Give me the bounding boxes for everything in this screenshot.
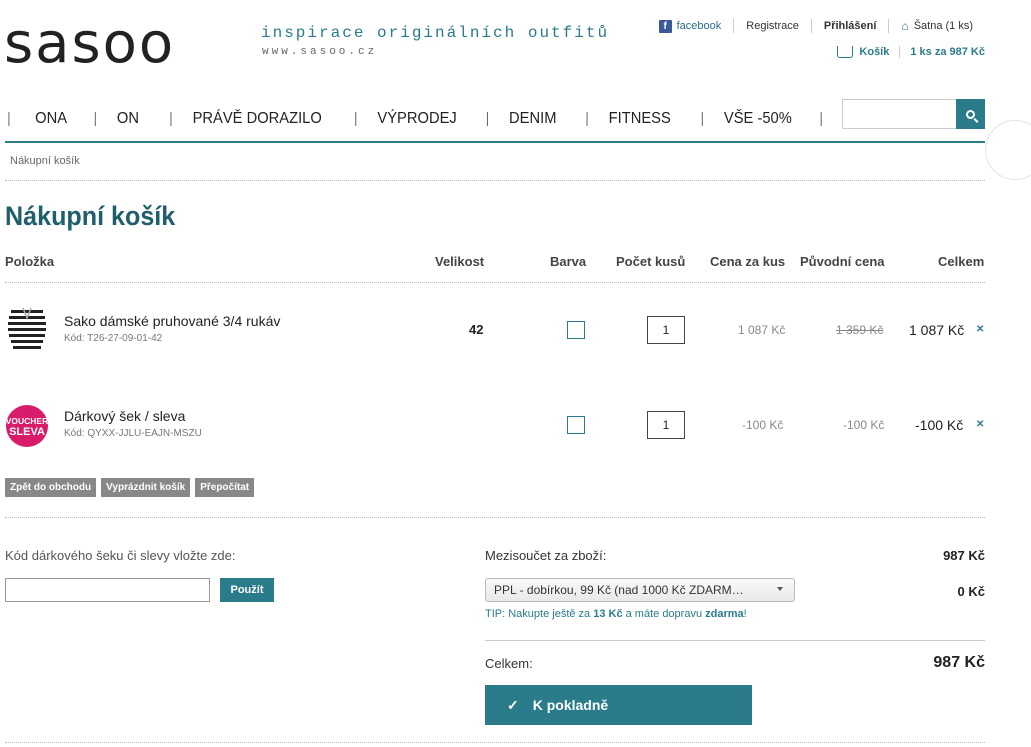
item-code: Kód: T26-27-09-01-42 (64, 333, 163, 344)
header-qty: Počet kusů (616, 254, 686, 269)
item-orig-price: 1 359 Kč (836, 323, 884, 337)
header-total: Celkem (938, 254, 985, 269)
main-nav: ONA ON PRÁVĚ DORAZILO VÝPRODEJ DENIM FIT… (5, 104, 910, 134)
search-input[interactable] (842, 99, 957, 129)
site-url: www.sasoo.cz (262, 46, 378, 58)
table-row: VOUCHER SLEVA Dárkový šek / sleva Kód: Q… (5, 395, 985, 455)
nav-item-vyprodej[interactable]: VÝPRODEJ (355, 111, 478, 127)
item-name[interactable]: Dárkový šek / sleva (64, 408, 185, 424)
header-size: Velikost (435, 254, 485, 269)
header-item: Položka (5, 254, 55, 269)
product-thumbnail[interactable] (5, 298, 49, 358)
subtotal-label: Mezisoučet za zboží: (485, 548, 607, 563)
nav-item-denim[interactable]: DENIM (487, 111, 578, 127)
nav-item-ona[interactable]: ONA (8, 111, 88, 127)
item-code: Kód: QYXX-JJLU-EAJN-MSZU (64, 428, 202, 439)
tip-amount: 13 Kč (593, 608, 623, 620)
item-total: 1 087 Kč (909, 322, 965, 338)
cart-summary[interactable]: 1 ks za 987 Kč (900, 46, 985, 58)
search-button[interactable] (956, 99, 985, 129)
subtotal-value: 987 Kč (943, 548, 985, 563)
chevron-down-icon[interactable] (777, 587, 783, 591)
cart-actions: Zpět do obchodu Vyprázdnit košík Přepočí… (5, 478, 255, 497)
wardrobe-label: Šatna (1 ks) (913, 20, 973, 32)
breadcrumb-divider (5, 180, 985, 181)
nav-item-on[interactable]: ON (94, 111, 160, 127)
table-row: Sako dámské pruhované 3/4 rukáv Kód: T26… (5, 298, 985, 358)
nav-item-fitness[interactable]: FITNESS (586, 111, 692, 127)
tip-prefix: TIP: Nakupte ještě za (485, 608, 594, 620)
table-header-divider (5, 282, 985, 283)
empty-cart-button[interactable]: Vyprázdnit košík (101, 478, 191, 497)
item-name[interactable]: Sako dámské pruhované 3/4 rukáv (64, 313, 280, 329)
search-icon (966, 109, 975, 119)
checkout-label: K pokladně (532, 697, 609, 713)
cart-icon (837, 46, 854, 58)
remove-item-icon[interactable]: ✕ (976, 324, 984, 335)
item-unit-price: 1 087 Kč (738, 323, 786, 337)
voucher-label: Kód dárkového šeku či slevy vložte zde: (5, 548, 236, 563)
top-links: f facebook Registrace Přihlášení ⌂ Šatna… (647, 19, 985, 33)
tip-suffix: ! (743, 608, 747, 620)
facebook-label: facebook (676, 20, 722, 32)
apply-voucher-button[interactable]: Použít (220, 578, 274, 602)
site-logo[interactable]: sasoo (4, 14, 175, 74)
header-color: Barva (550, 254, 587, 269)
login-link[interactable]: Přihlášení (810, 19, 889, 33)
item-color-swatch (567, 416, 585, 434)
summary-divider (485, 640, 985, 641)
cart-links: Košík 1 ks za 987 Kč (827, 46, 985, 58)
hanger-icon: ⌂ (901, 19, 909, 33)
voucher-thumb-line-1: VOUCHER (6, 416, 49, 426)
site-tagline: inspirace originálních outfitů (261, 24, 610, 42)
nav-divider (5, 141, 985, 143)
header-orig-price: Původní cena (800, 254, 885, 269)
nav-item-prave-dorazilo[interactable]: PRÁVĚ DORAZILO (170, 111, 342, 127)
item-orig-price: -100 Kč (843, 418, 885, 432)
cart-link[interactable]: Košík (827, 46, 889, 58)
total-label: Celkem: (485, 656, 533, 671)
quantity-input[interactable]: 1 (647, 411, 685, 439)
voucher-thumb-line-2: SLEVA (9, 426, 45, 438)
section-divider (5, 517, 985, 518)
nav-item-vse-50[interactable]: VŠE -50% (701, 111, 812, 127)
back-to-shop-button[interactable]: Zpět do obchodu (5, 478, 97, 497)
facebook-link[interactable]: f facebook (647, 19, 734, 33)
shipping-tip: TIP: Nakupte ještě za 13 Kč a máte dopra… (485, 608, 747, 620)
voucher-thumbnail[interactable]: VOUCHER SLEVA (5, 395, 49, 455)
quantity-input[interactable]: 1 (647, 316, 685, 344)
item-size: 42 (469, 322, 484, 337)
item-color-swatch (567, 321, 585, 339)
item-unit-price: -100 Kč (742, 418, 784, 432)
page-title: Nákupní košík (5, 201, 176, 231)
voucher-input[interactable] (5, 578, 210, 602)
shipping-value: 0 Kč (957, 584, 985, 599)
register-link[interactable]: Registrace (733, 19, 811, 33)
bottom-divider (5, 742, 985, 743)
breadcrumb[interactable]: Nákupní košík (10, 155, 80, 167)
header-unit-price: Cena za kus (710, 254, 786, 269)
check-icon: ✓ (507, 696, 519, 713)
remove-item-icon[interactable]: ✕ (976, 419, 984, 430)
shipping-select[interactable]: PPL - dobírkou, 99 Kč (nad 1000 Kč ZDARM… (485, 578, 795, 602)
item-total: -100 Kč (915, 417, 964, 433)
cart-label: Košík (859, 46, 890, 58)
tip-middle: a máte dopravu (622, 608, 706, 620)
recalculate-button[interactable]: Přepočítat (195, 478, 255, 497)
tip-free: zdarma (705, 608, 744, 620)
facebook-icon: f (658, 19, 672, 33)
wardrobe-link[interactable]: ⌂ Šatna (1 ks) (888, 19, 985, 33)
checkout-button[interactable]: ✓ K pokladně (485, 685, 752, 725)
total-value: 987 Kč (933, 654, 985, 671)
decorative-circle (985, 120, 1031, 180)
